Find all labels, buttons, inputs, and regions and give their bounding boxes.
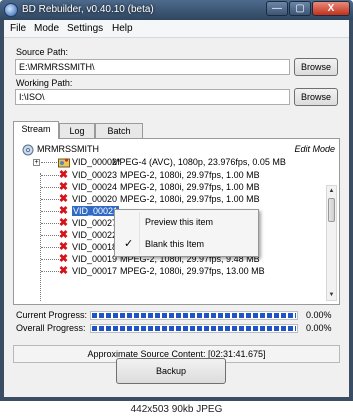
item-info: MPEG-2, 1080i, 29.97fps, 1.00 MB — [120, 194, 260, 204]
disc-root-icon — [22, 144, 34, 156]
menu-help[interactable]: Help — [112, 23, 133, 34]
menu-blank-item[interactable]: ✓ Blank this Item — [117, 234, 256, 254]
overall-progress-bar — [90, 324, 298, 333]
menu-bar: File Mode Settings Help — [4, 20, 349, 38]
current-progress-label: Current Progress: — [16, 310, 88, 320]
source-browse-button[interactable]: Browse — [294, 58, 338, 76]
tree-item[interactable]: ✖ VID_00024 MPEG-2, 1080i, 29.97fps, 1.0… — [24, 182, 324, 193]
item-name: VID_00020 — [72, 194, 118, 204]
scroll-down-icon[interactable]: ▼ — [327, 290, 336, 300]
item-name: VID_00022 — [72, 230, 118, 240]
menu-settings[interactable]: Settings — [67, 23, 103, 34]
tab-stream[interactable]: Stream — [13, 121, 59, 139]
maximize-button[interactable]: ▢ — [289, 1, 311, 16]
movie-icon — [58, 158, 70, 168]
current-progress-bar — [90, 311, 298, 320]
overall-progress-percent: 0.00% — [306, 323, 332, 333]
scroll-up-icon[interactable]: ▲ — [327, 186, 336, 196]
excluded-x-icon: ✖ — [58, 229, 69, 241]
expand-icon[interactable]: + — [33, 159, 40, 166]
tree-item[interactable]: ✖ VID_00023 MPEG-2, 1080i, 29.97fps, 1.0… — [24, 170, 324, 181]
overall-progress-label: Overall Progress: — [16, 323, 86, 333]
app-window: BD Rebuilder, v0.40.10 (beta) — ▢ X File… — [0, 0, 353, 401]
tree-scrollbar[interactable]: ▲ ▼ — [326, 185, 337, 301]
working-path-label: Working Path: — [16, 78, 73, 88]
item-name: VID_00024 — [72, 182, 118, 192]
image-footer: 442x503 90kb JPEG — [0, 401, 353, 417]
window-title: BD Rebuilder, v0.40.10 (beta) — [22, 4, 154, 15]
working-path-input[interactable]: I:\ISO\ — [15, 89, 290, 105]
item-name: VID_00027 — [72, 218, 118, 228]
minimize-button[interactable]: — — [266, 1, 288, 16]
current-progress-percent: 0.00% — [306, 310, 332, 320]
checkmark-icon: ✓ — [124, 238, 134, 250]
tree-item[interactable]: ✖ VID_00020 MPEG-2, 1080i, 29.97fps, 1.0… — [24, 194, 324, 205]
item-name: VID_00017 — [72, 266, 118, 276]
excluded-x-icon: ✖ — [58, 265, 69, 277]
current-progress-fill — [92, 313, 296, 318]
tree-item[interactable]: ✖ VID_00017 MPEG-2, 1080i, 29.97fps, 13.… — [24, 266, 324, 277]
item-name: VID_00023 — [72, 170, 118, 180]
item-name: VID_00021 — [72, 206, 120, 216]
tree-item[interactable]: + VID_00002* MPEG-4 (AVC), 1080p, 23.976… — [24, 157, 324, 168]
menu-mode[interactable]: Mode — [34, 23, 59, 34]
excluded-x-icon: ✖ — [58, 217, 69, 229]
context-menu: Preview this item ✓ Blank this Item — [114, 209, 259, 257]
excluded-x-icon: ✖ — [58, 193, 69, 205]
excluded-x-icon: ✖ — [58, 169, 69, 181]
preview-item-label: Preview this item — [145, 217, 214, 227]
tree-root-label: MRMRSSMITH — [37, 144, 99, 154]
blank-item-label: Blank this Item — [145, 239, 205, 249]
image-info-text: 442x503 90kb JPEG — [130, 404, 223, 415]
excluded-x-icon: ✖ — [58, 181, 69, 193]
edit-mode-label[interactable]: Edit Mode — [294, 144, 335, 154]
scroll-thumb[interactable] — [328, 198, 335, 222]
working-browse-button[interactable]: Browse — [294, 88, 338, 106]
item-name: VID_00018 — [72, 242, 118, 252]
overall-progress-fill — [92, 326, 296, 331]
excluded-x-icon: ✖ — [58, 253, 69, 265]
menu-file[interactable]: File — [10, 23, 26, 34]
tab-log[interactable]: Log — [59, 123, 95, 138]
title-bar[interactable]: BD Rebuilder, v0.40.10 (beta) — ▢ X — [0, 0, 353, 20]
excluded-x-icon: ✖ — [58, 205, 69, 217]
excluded-x-icon: ✖ — [58, 241, 69, 253]
app-disc-icon — [4, 3, 18, 17]
tab-batch[interactable]: Batch — [95, 123, 143, 138]
item-name: VID_00019 — [72, 254, 118, 264]
backup-button[interactable]: Backup — [116, 358, 226, 384]
item-info: MPEG-4 (AVC), 1080p, 23.976fps, 0.05 MB — [112, 157, 286, 167]
source-path-input[interactable]: E:\MRMRSSMITH\ — [15, 59, 290, 75]
item-info: MPEG-2, 1080i, 29.97fps, 1.00 MB — [120, 170, 260, 180]
item-info: MPEG-2, 1080i, 29.97fps, 13.00 MB — [120, 266, 265, 276]
close-button[interactable]: X — [312, 1, 350, 16]
item-info: MPEG-2, 1080i, 29.97fps, 1.00 MB — [120, 182, 260, 192]
source-path-label: Source Path: — [16, 47, 69, 57]
menu-preview-item[interactable]: Preview this item — [117, 212, 256, 232]
